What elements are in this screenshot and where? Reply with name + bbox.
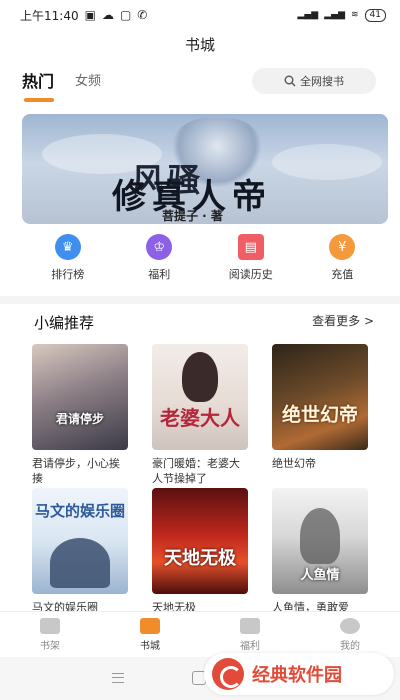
- tab-bookstore[interactable]: 书城: [100, 612, 200, 657]
- signal-icon: ▂▄▆: [297, 10, 319, 20]
- book-card[interactable]: 马文的娱乐圈 马文的娱乐圈: [32, 488, 128, 615]
- book-cover: 马文的娱乐圈: [32, 488, 128, 594]
- cover-figure: [182, 352, 218, 402]
- book-title: 绝世幻帝: [272, 457, 316, 470]
- notification-icon: ▢: [119, 8, 132, 22]
- gift-icon: ♔: [146, 234, 173, 260]
- active-tab-indicator: [24, 98, 54, 102]
- cover-title: 绝世幻帝: [281, 404, 358, 426]
- book-cover: 绝世幻帝: [272, 344, 368, 450]
- section-divider: [0, 296, 400, 304]
- bookstore-icon: [140, 617, 160, 634]
- cover-figure: [300, 508, 340, 564]
- cover-title: 老婆大人: [160, 406, 240, 430]
- tab-label: 书城: [140, 640, 160, 652]
- tab-hot[interactable]: 热门: [22, 68, 54, 92]
- quick-links: ♛ 排行榜 ♔ 福利 ▤ 阅读历史 ¥ 充值: [22, 234, 388, 284]
- book-cover: 人鱼情: [272, 488, 368, 594]
- cover-title: 马文的娱乐圈: [34, 502, 125, 520]
- status-bar: 上午11:40 ▣ ☁ ▢ ✆ ▂▄▆ ▂▄▆ ≋ 41: [0, 0, 400, 30]
- battery-icon: 41: [364, 8, 386, 22]
- search-icon: [284, 75, 296, 87]
- book-card[interactable]: 绝世幻帝 绝世幻帝: [272, 344, 368, 471]
- tab-label: 书架: [40, 640, 60, 652]
- view-more-link[interactable]: 查看更多 >: [312, 312, 374, 329]
- book-title: 君请停步，小心挨揍: [32, 457, 120, 485]
- signal-icon-2: ▂▄▆: [324, 10, 345, 20]
- banner-author: 菩提子 · 著: [162, 209, 223, 223]
- watermark-text: 经典软件园: [252, 665, 342, 686]
- quick-link-label: 排行榜: [51, 268, 85, 281]
- recommend-section: 小编推荐 查看更多 > 君请停步 君请停步，小心挨揍 老婆大人 豪门暖婚：老婆大…: [22, 304, 388, 614]
- book-card[interactable]: 君请停步 君请停步，小心挨揍: [32, 344, 128, 486]
- watermark-logo-icon: [212, 658, 244, 690]
- bookshelf-icon: [40, 617, 60, 634]
- quick-link-label: 阅读历史: [228, 268, 273, 281]
- cover-title: 天地无极: [164, 548, 236, 569]
- message-icon: ▣: [84, 8, 96, 22]
- tab-label: 我的: [340, 640, 360, 652]
- trophy-icon: ♛: [54, 234, 81, 260]
- cover-figure: [50, 538, 110, 588]
- phone-icon: ✆: [137, 8, 148, 22]
- banner-cloud: [272, 144, 382, 180]
- book-card[interactable]: 天地无极 天地无极: [152, 488, 248, 615]
- quick-link-label: 福利: [148, 268, 171, 281]
- coin-icon: ¥: [329, 234, 356, 260]
- quick-link-ranking[interactable]: ♛ 排行榜: [28, 234, 108, 284]
- tab-bookshelf[interactable]: 书架: [0, 612, 100, 657]
- cloud-icon: ☁: [101, 8, 114, 22]
- section-title: 小编推荐: [34, 314, 95, 332]
- profile-icon: [340, 617, 360, 634]
- history-icon: ▤: [237, 234, 264, 260]
- book-cover: 君请停步: [32, 344, 128, 450]
- book-cover: 天地无极: [152, 488, 248, 594]
- cover-title: 人鱼情: [300, 568, 340, 583]
- tab-label: 福利: [240, 640, 260, 652]
- status-time: 上午11:40: [20, 8, 79, 23]
- book-card[interactable]: 人鱼情 人鱼情，勇敢爱: [272, 488, 368, 615]
- quick-link-recharge[interactable]: ¥ 充值: [302, 234, 382, 284]
- tab-profile[interactable]: 我的: [300, 612, 400, 657]
- tab-welfare[interactable]: 福利: [200, 612, 300, 657]
- book-cover: 老婆大人: [152, 344, 248, 450]
- quick-link-history[interactable]: ▤ 阅读历史: [211, 234, 291, 284]
- menu-icon[interactable]: [112, 673, 124, 683]
- wifi-icon: ≋: [351, 10, 359, 20]
- banner[interactable]: 风骚 修真人帝 菩提子 · 著: [22, 114, 388, 224]
- book-card[interactable]: 老婆大人 豪门暖婚：老婆大人节操掉了: [152, 344, 248, 486]
- search-button[interactable]: 全网搜书: [252, 68, 376, 94]
- bottom-tab-bar: 书架 书城 福利 我的: [0, 611, 400, 657]
- book-title: 豪门暖婚：老婆大人节操掉了: [152, 457, 240, 485]
- search-label: 全网搜书: [300, 75, 344, 88]
- tab-female[interactable]: 女频: [75, 70, 101, 89]
- top-tabs: 热门 女频 全网搜书: [0, 60, 400, 106]
- gift-icon: [240, 617, 260, 634]
- main-content: 风骚 修真人帝 菩提子 · 著 ♛ 排行榜 ♔ 福利 ▤ 阅读历史 ¥ 充值 小…: [0, 106, 400, 614]
- quick-link-label: 充值: [331, 268, 354, 281]
- cover-title: 君请停步: [55, 412, 104, 426]
- quick-link-welfare[interactable]: ♔ 福利: [119, 234, 199, 284]
- page-title: 书城: [0, 30, 400, 60]
- watermark: 经典软件园: [204, 653, 394, 695]
